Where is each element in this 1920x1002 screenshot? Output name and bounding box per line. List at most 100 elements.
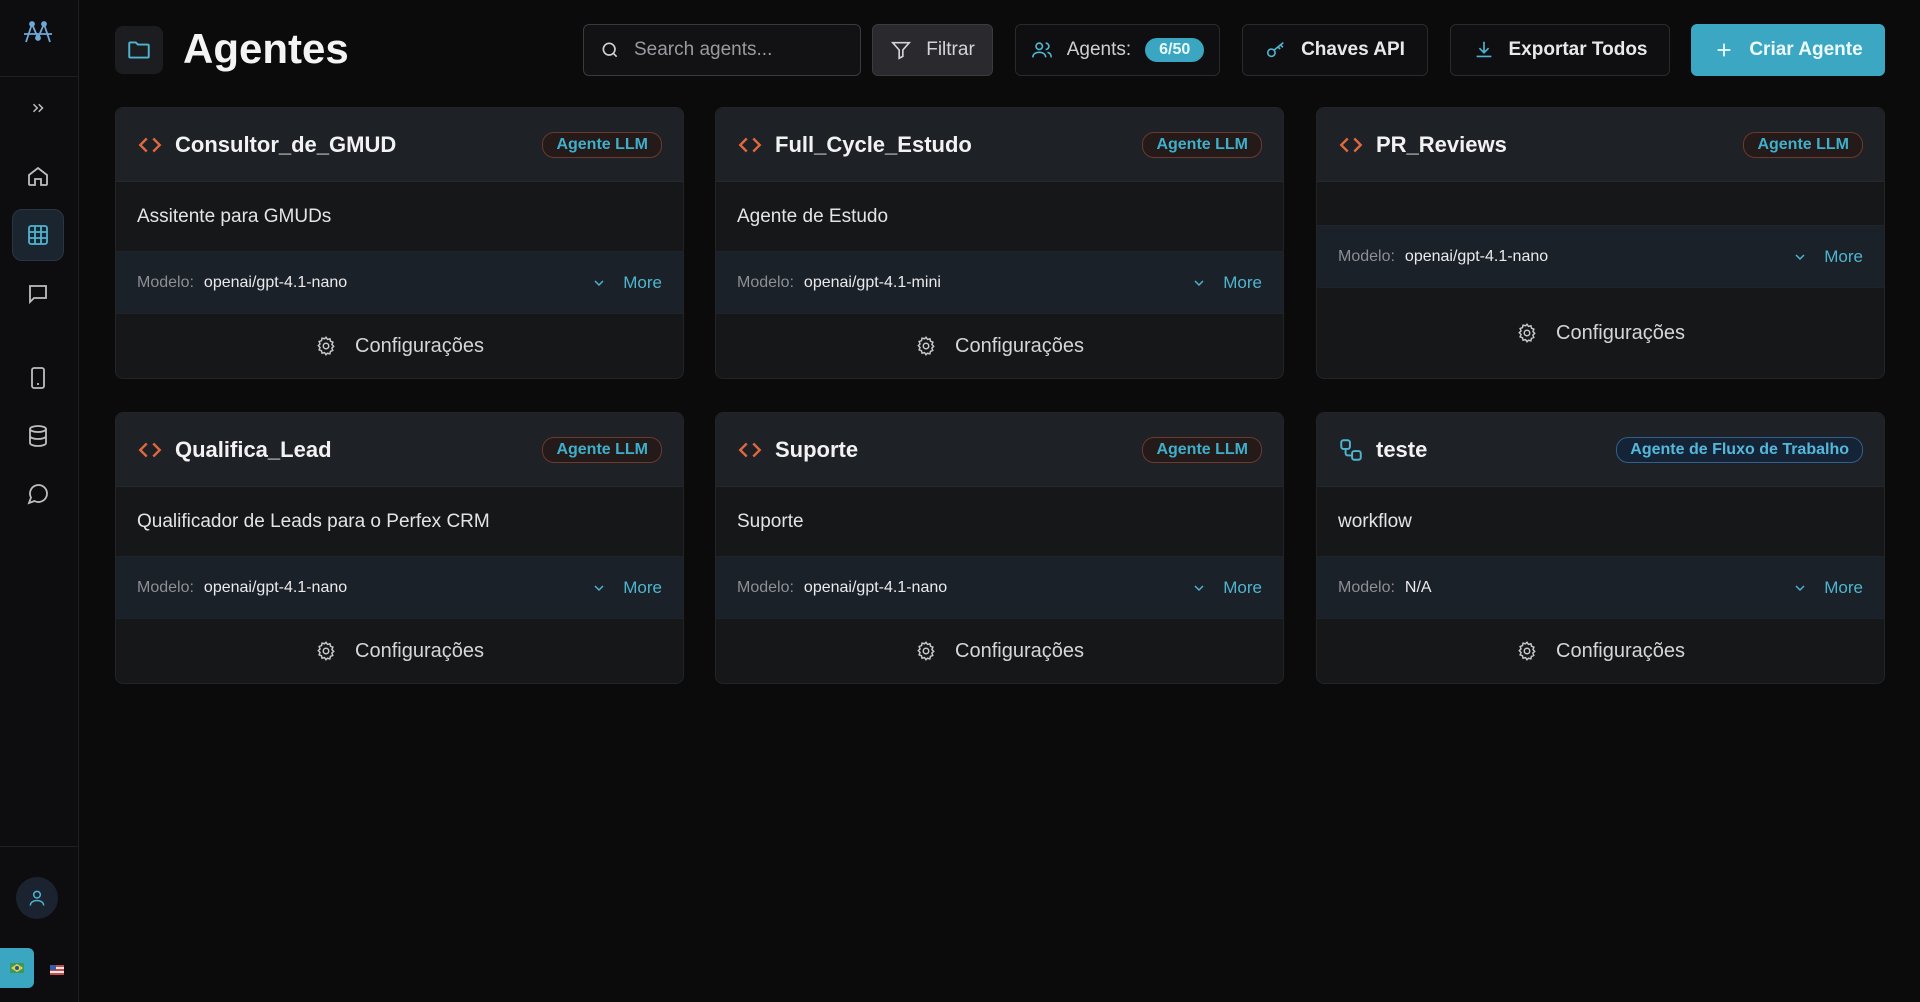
- more-button[interactable]: More: [623, 578, 662, 598]
- chevron-down-icon[interactable]: [1792, 249, 1808, 265]
- sidebar-item-database[interactable]: [12, 410, 64, 462]
- settings-button[interactable]: Configurações: [1317, 619, 1884, 683]
- model-label: Modelo:: [1338, 247, 1395, 265]
- create-agent-label: Criar Agente: [1749, 39, 1863, 60]
- agent-card: Qualifica_Lead Agente LLM Qualificador d…: [115, 412, 684, 684]
- filter-icon: [891, 41, 912, 60]
- app-logo-icon[interactable]: [18, 14, 58, 54]
- gear-icon: [917, 336, 935, 356]
- agent-type-badge: Agente LLM: [542, 436, 662, 463]
- message-circle-icon: [27, 484, 48, 505]
- agent-model-row: Modelo: openai/gpt-4.1-mini More: [716, 251, 1283, 314]
- agent-name[interactable]: Consultor_de_GMUD: [175, 132, 542, 158]
- settings-button[interactable]: Configurações: [116, 619, 683, 683]
- agent-model-row: Modelo: openai/gpt-4.1-nano More: [116, 556, 683, 619]
- user-avatar[interactable]: [16, 877, 58, 919]
- filter-label: Filtrar: [926, 39, 975, 60]
- settings-button[interactable]: Configurações: [116, 314, 683, 378]
- export-all-label: Exportar Todos: [1508, 39, 1648, 60]
- gear-icon: [1518, 323, 1536, 343]
- agent-name[interactable]: PR_Reviews: [1376, 132, 1743, 158]
- agent-card-header: Full_Cycle_Estudo Agente LLM: [716, 108, 1283, 182]
- agent-description: Suporte: [716, 487, 1283, 556]
- code-icon: [137, 436, 165, 464]
- search-input[interactable]: [634, 39, 834, 61]
- agent-card: Suporte Agente LLM Suporte Modelo: opena…: [715, 412, 1284, 684]
- chevron-down-icon[interactable]: [591, 580, 607, 596]
- gear-icon: [917, 641, 935, 661]
- api-keys-label: Chaves API: [1301, 39, 1405, 60]
- settings-label: Configurações: [1556, 639, 1685, 662]
- database-icon: [29, 425, 47, 447]
- agent-name[interactable]: Full_Cycle_Estudo: [775, 132, 1142, 158]
- model-value: openai/gpt-4.1-nano: [203, 273, 348, 291]
- more-button[interactable]: More: [1223, 578, 1262, 598]
- create-agent-button[interactable]: Criar Agente: [1691, 24, 1885, 76]
- model-value: openai/gpt-4.1-nano: [1404, 247, 1549, 265]
- model-label: Modelo:: [737, 273, 794, 291]
- download-icon: [1476, 41, 1491, 58]
- chevron-down-icon[interactable]: [1191, 580, 1207, 596]
- workflow-icon: [1338, 436, 1366, 464]
- search-box[interactable]: [583, 24, 861, 76]
- agents-count-badge: 6/50: [1145, 38, 1205, 62]
- chevron-down-icon[interactable]: [1792, 580, 1808, 596]
- agent-type-badge: Agente LLM: [542, 131, 662, 158]
- key-icon: [1267, 42, 1284, 58]
- language-flag-br-icon[interactable]: [0, 948, 34, 988]
- sidebar-divider: [0, 76, 79, 77]
- agent-description: Qualificador de Leads para o Perfex CRM: [116, 487, 683, 556]
- agent-type-badge: Agente LLM: [1142, 131, 1262, 158]
- more-button[interactable]: More: [1824, 247, 1863, 267]
- more-button[interactable]: More: [623, 273, 662, 293]
- model-value: openai/gpt-4.1-nano: [203, 578, 348, 596]
- agent-card-header: Qualifica_Lead Agente LLM: [116, 413, 683, 487]
- sidebar: [0, 0, 79, 1002]
- expand-sidebar-icon[interactable]: [12, 82, 64, 134]
- sidebar-item-chat[interactable]: [12, 268, 64, 320]
- plus-icon: [1717, 43, 1731, 57]
- sidebar-item-agents[interactable]: [12, 209, 64, 261]
- chevron-down-icon[interactable]: [1191, 275, 1207, 291]
- code-icon: [737, 131, 765, 159]
- agent-model-row: Modelo: openai/gpt-4.1-nano More: [1317, 225, 1884, 288]
- agent-card-header: teste Agente de Fluxo de Trabalho: [1317, 413, 1884, 487]
- settings-label: Configurações: [1556, 321, 1685, 344]
- agent-description: Assitente para GMUDs: [116, 182, 683, 251]
- user-icon: [29, 890, 45, 906]
- code-icon: [137, 131, 165, 159]
- model-label: Modelo:: [137, 578, 194, 596]
- message-square-icon: [29, 285, 47, 305]
- export-all-button[interactable]: Exportar Todos: [1450, 24, 1670, 76]
- app-root: Agentes Filtrar Agents: 6/50 Chaves API …: [0, 0, 1920, 1002]
- sidebar-item-devices[interactable]: [12, 352, 64, 404]
- model-label: Modelo:: [737, 578, 794, 596]
- agent-description: Agente de Estudo: [716, 182, 1283, 251]
- agent-card-header: Suporte Agente LLM: [716, 413, 1283, 487]
- page-title: Agentes: [183, 25, 349, 72]
- settings-button[interactable]: Configurações: [716, 314, 1283, 378]
- code-icon: [1338, 131, 1366, 159]
- agents-count-indicator: Agents: 6/50: [1015, 24, 1220, 76]
- more-button[interactable]: More: [1824, 578, 1863, 598]
- more-button[interactable]: More: [1223, 273, 1262, 293]
- sidebar-item-home[interactable]: [12, 150, 64, 202]
- agent-type-badge: Agente LLM: [1142, 436, 1262, 463]
- language-flag-us-icon[interactable]: [50, 962, 64, 975]
- filter-button[interactable]: Filtrar: [872, 24, 993, 76]
- agent-name[interactable]: teste: [1376, 437, 1616, 463]
- model-value: openai/gpt-4.1-nano: [803, 578, 948, 596]
- agent-model-row: Modelo: openai/gpt-4.1-nano More: [716, 556, 1283, 619]
- model-label: Modelo:: [137, 273, 194, 291]
- settings-button[interactable]: Configurações: [716, 619, 1283, 683]
- agent-description: [1317, 182, 1884, 225]
- agent-name[interactable]: Qualifica_Lead: [175, 437, 542, 463]
- sidebar-divider: [0, 846, 79, 847]
- chevron-down-icon[interactable]: [591, 275, 607, 291]
- api-keys-button[interactable]: Chaves API: [1242, 24, 1428, 76]
- agent-type-badge: Agente LLM: [1743, 131, 1863, 158]
- gear-icon: [1518, 641, 1536, 661]
- sidebar-item-messages[interactable]: [12, 468, 64, 520]
- agent-name[interactable]: Suporte: [775, 437, 1142, 463]
- settings-button[interactable]: Configurações: [1317, 288, 1884, 378]
